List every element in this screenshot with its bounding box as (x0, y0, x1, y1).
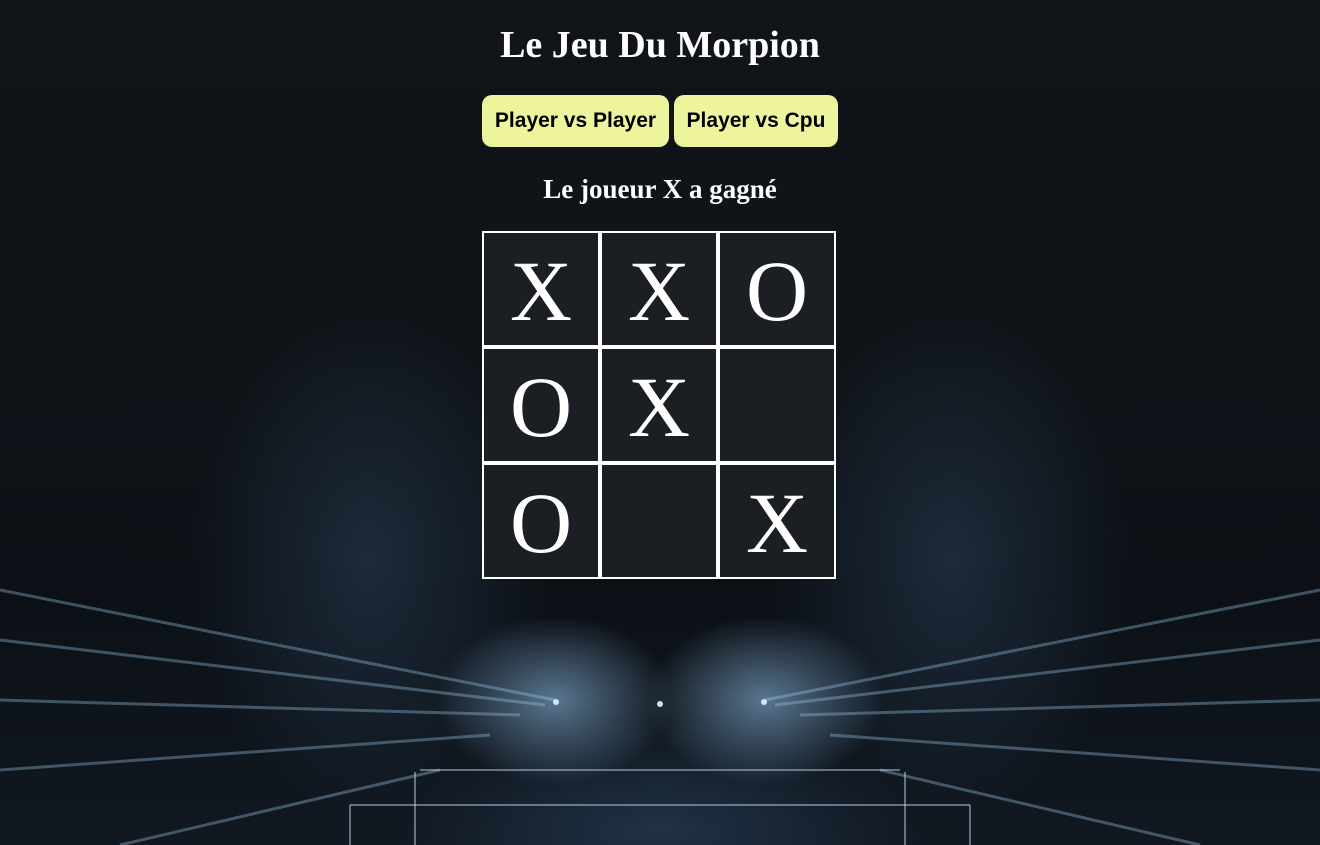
page-title: Le Jeu Du Morpion (500, 24, 820, 66)
game-board: X X O O X O X (482, 231, 836, 579)
player-vs-player-button[interactable]: Player vs Player (482, 95, 669, 147)
board-cell-r1c2[interactable]: X (602, 233, 716, 345)
board-cell-r1c1[interactable]: X (484, 233, 598, 345)
board-cell-r1c3[interactable]: O (720, 233, 834, 345)
board-cell-r2c2[interactable]: X (602, 349, 716, 461)
player-vs-cpu-button[interactable]: Player vs Cpu (674, 95, 838, 147)
board-cell-r2c1[interactable]: O (484, 349, 598, 461)
mode-buttons: Player vs Player Player vs Cpu (0, 95, 1320, 147)
board-cell-r3c3[interactable]: X (720, 465, 834, 577)
board-cell-r3c1[interactable]: O (484, 465, 598, 577)
board-cell-r3c2[interactable] (602, 465, 716, 577)
board-cell-r2c3[interactable] (720, 349, 834, 461)
game-status: Le joueur X a gagné (543, 174, 777, 204)
